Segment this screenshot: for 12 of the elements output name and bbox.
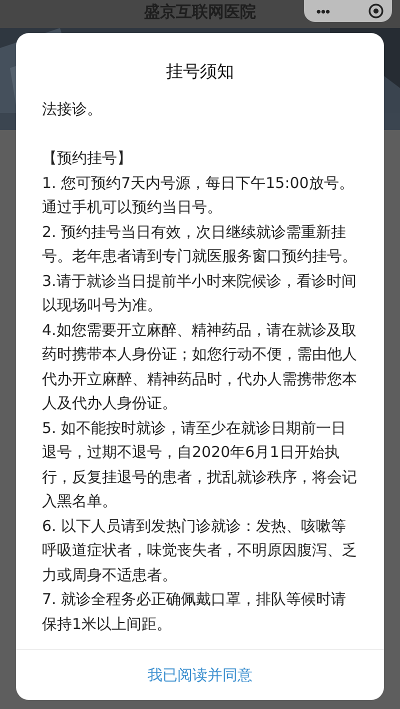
notice-paragraph: 法接诊。 <box>42 99 103 120</box>
notice-paragraph: 2. 预约挂号当日有效，次日继续就诊需重新挂号。老年患者请到专门就医服务窗口预约挂号。 <box>42 222 358 267</box>
notice-paragraph: 1. 您可预约7天内号源，每日下午15:00放号。通过手机可以预约当日号。 <box>42 172 355 218</box>
close-icon[interactable] <box>368 3 384 19</box>
notice-paragraph: 【预约挂号】 <box>42 148 133 169</box>
notice-paragraph: 4.如您需要开立麻醉、精神药品，请在就诊及取药时携带本人身份证；如您行动不便，需由他人代办开立麻醉、精神药品时，代办人需携带您本人及代办人身份证。 <box>42 320 358 414</box>
notice-paragraph: 3.请于就诊当日提前半小时来院候诊，看诊时间以现场叫号为准。 <box>42 270 358 316</box>
notice-paragraph: 5. 如不能按时就诊，请至少在就诊日期前一日退号，过期不退号，自2020年6月1日开始执行，反复挂退号的患者，扰乱就诊秩序，将会记入黑名单。 <box>42 418 358 512</box>
notice-paragraph: 6. 以下人员请到发热门诊就诊：发热、咳嗽等呼吸道症状者，味觉丧失者，不明原因腹泻、乏力或周身不适患者。 <box>42 516 358 586</box>
dialog-title: 挂号须知 <box>165 61 235 83</box>
notice-paragraph: 7. 就诊全程务必正确佩戴口罩，排队等候时请保持1米以上间距。 <box>42 589 348 634</box>
more-button[interactable]: ••• <box>312 4 334 18</box>
